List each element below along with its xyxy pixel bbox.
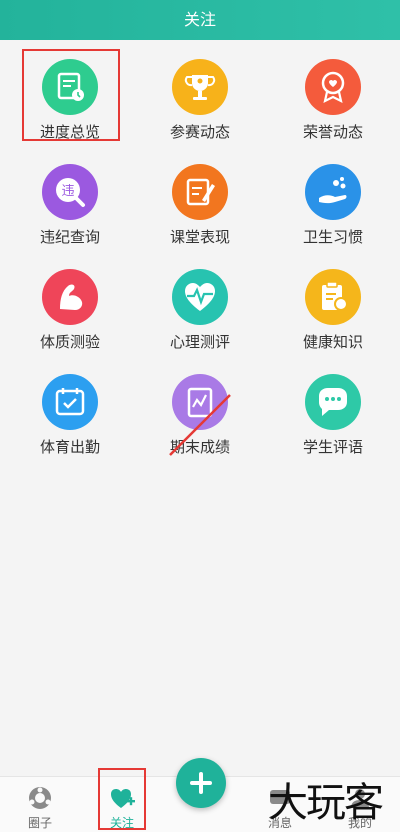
grid-item-label: 心理测评	[169, 333, 230, 351]
grid-item-label: 违纪查询	[39, 228, 100, 246]
grid-item-pe-attendance[interactable]: 体育出勤	[15, 360, 125, 456]
grid-item-health-knowledge[interactable]: 健康知识	[278, 255, 388, 351]
grid-item-label: 体育出勤	[39, 438, 100, 456]
grid-item-violation[interactable]: 违 违纪查询	[15, 150, 125, 246]
grid-item-label: 学生评语	[302, 438, 363, 456]
svg-text:违: 违	[61, 184, 74, 199]
grid-item-honor[interactable]: 荣誉动态	[278, 45, 388, 141]
chat-bubble-icon	[305, 374, 361, 430]
trophy-icon	[172, 59, 228, 115]
add-button[interactable]	[176, 758, 226, 808]
grid-item-fitness-test[interactable]: 体质测验	[15, 255, 125, 351]
medal-icon	[305, 59, 361, 115]
grid-item-competition[interactable]: 参赛动态	[145, 45, 255, 141]
highlight-box-progress	[22, 49, 120, 141]
circle-nav-icon	[26, 784, 54, 812]
calendar-check-icon	[42, 374, 98, 430]
grid-item-label: 卫生习惯	[302, 228, 363, 246]
heartbeat-icon	[172, 269, 228, 325]
grid-item-label: 健康知识	[302, 333, 363, 351]
page-title: 关注	[183, 10, 216, 29]
grid-item-label: 体质测验	[39, 333, 100, 351]
hand-wash-icon	[305, 164, 361, 220]
tab-circle[interactable]: 圈子	[10, 778, 70, 831]
grid-item-label: 荣誉动态	[302, 123, 363, 141]
violation-icon: 违	[42, 164, 98, 220]
arm-strength-icon	[42, 269, 98, 325]
grid-item-hygiene[interactable]: 卫生习惯	[278, 150, 388, 246]
strike-annotation	[169, 394, 231, 456]
highlight-box-follow-tab	[98, 768, 146, 830]
grid-item-student-comments[interactable]: 学生评语	[278, 360, 388, 456]
tab-label: 圈子	[27, 816, 52, 830]
grid-item-class-performance[interactable]: 课堂表现	[145, 150, 255, 246]
pencil-note-icon	[172, 164, 228, 220]
grid-item-psychological[interactable]: 心理测评	[145, 255, 255, 351]
grid-item-label: 课堂表现	[169, 228, 230, 246]
watermark-logo: 大玩客	[268, 780, 384, 826]
grid-item-label: 参赛动态	[169, 123, 230, 141]
clipboard-icon	[305, 269, 361, 325]
top-bar: 关注	[0, 0, 400, 40]
